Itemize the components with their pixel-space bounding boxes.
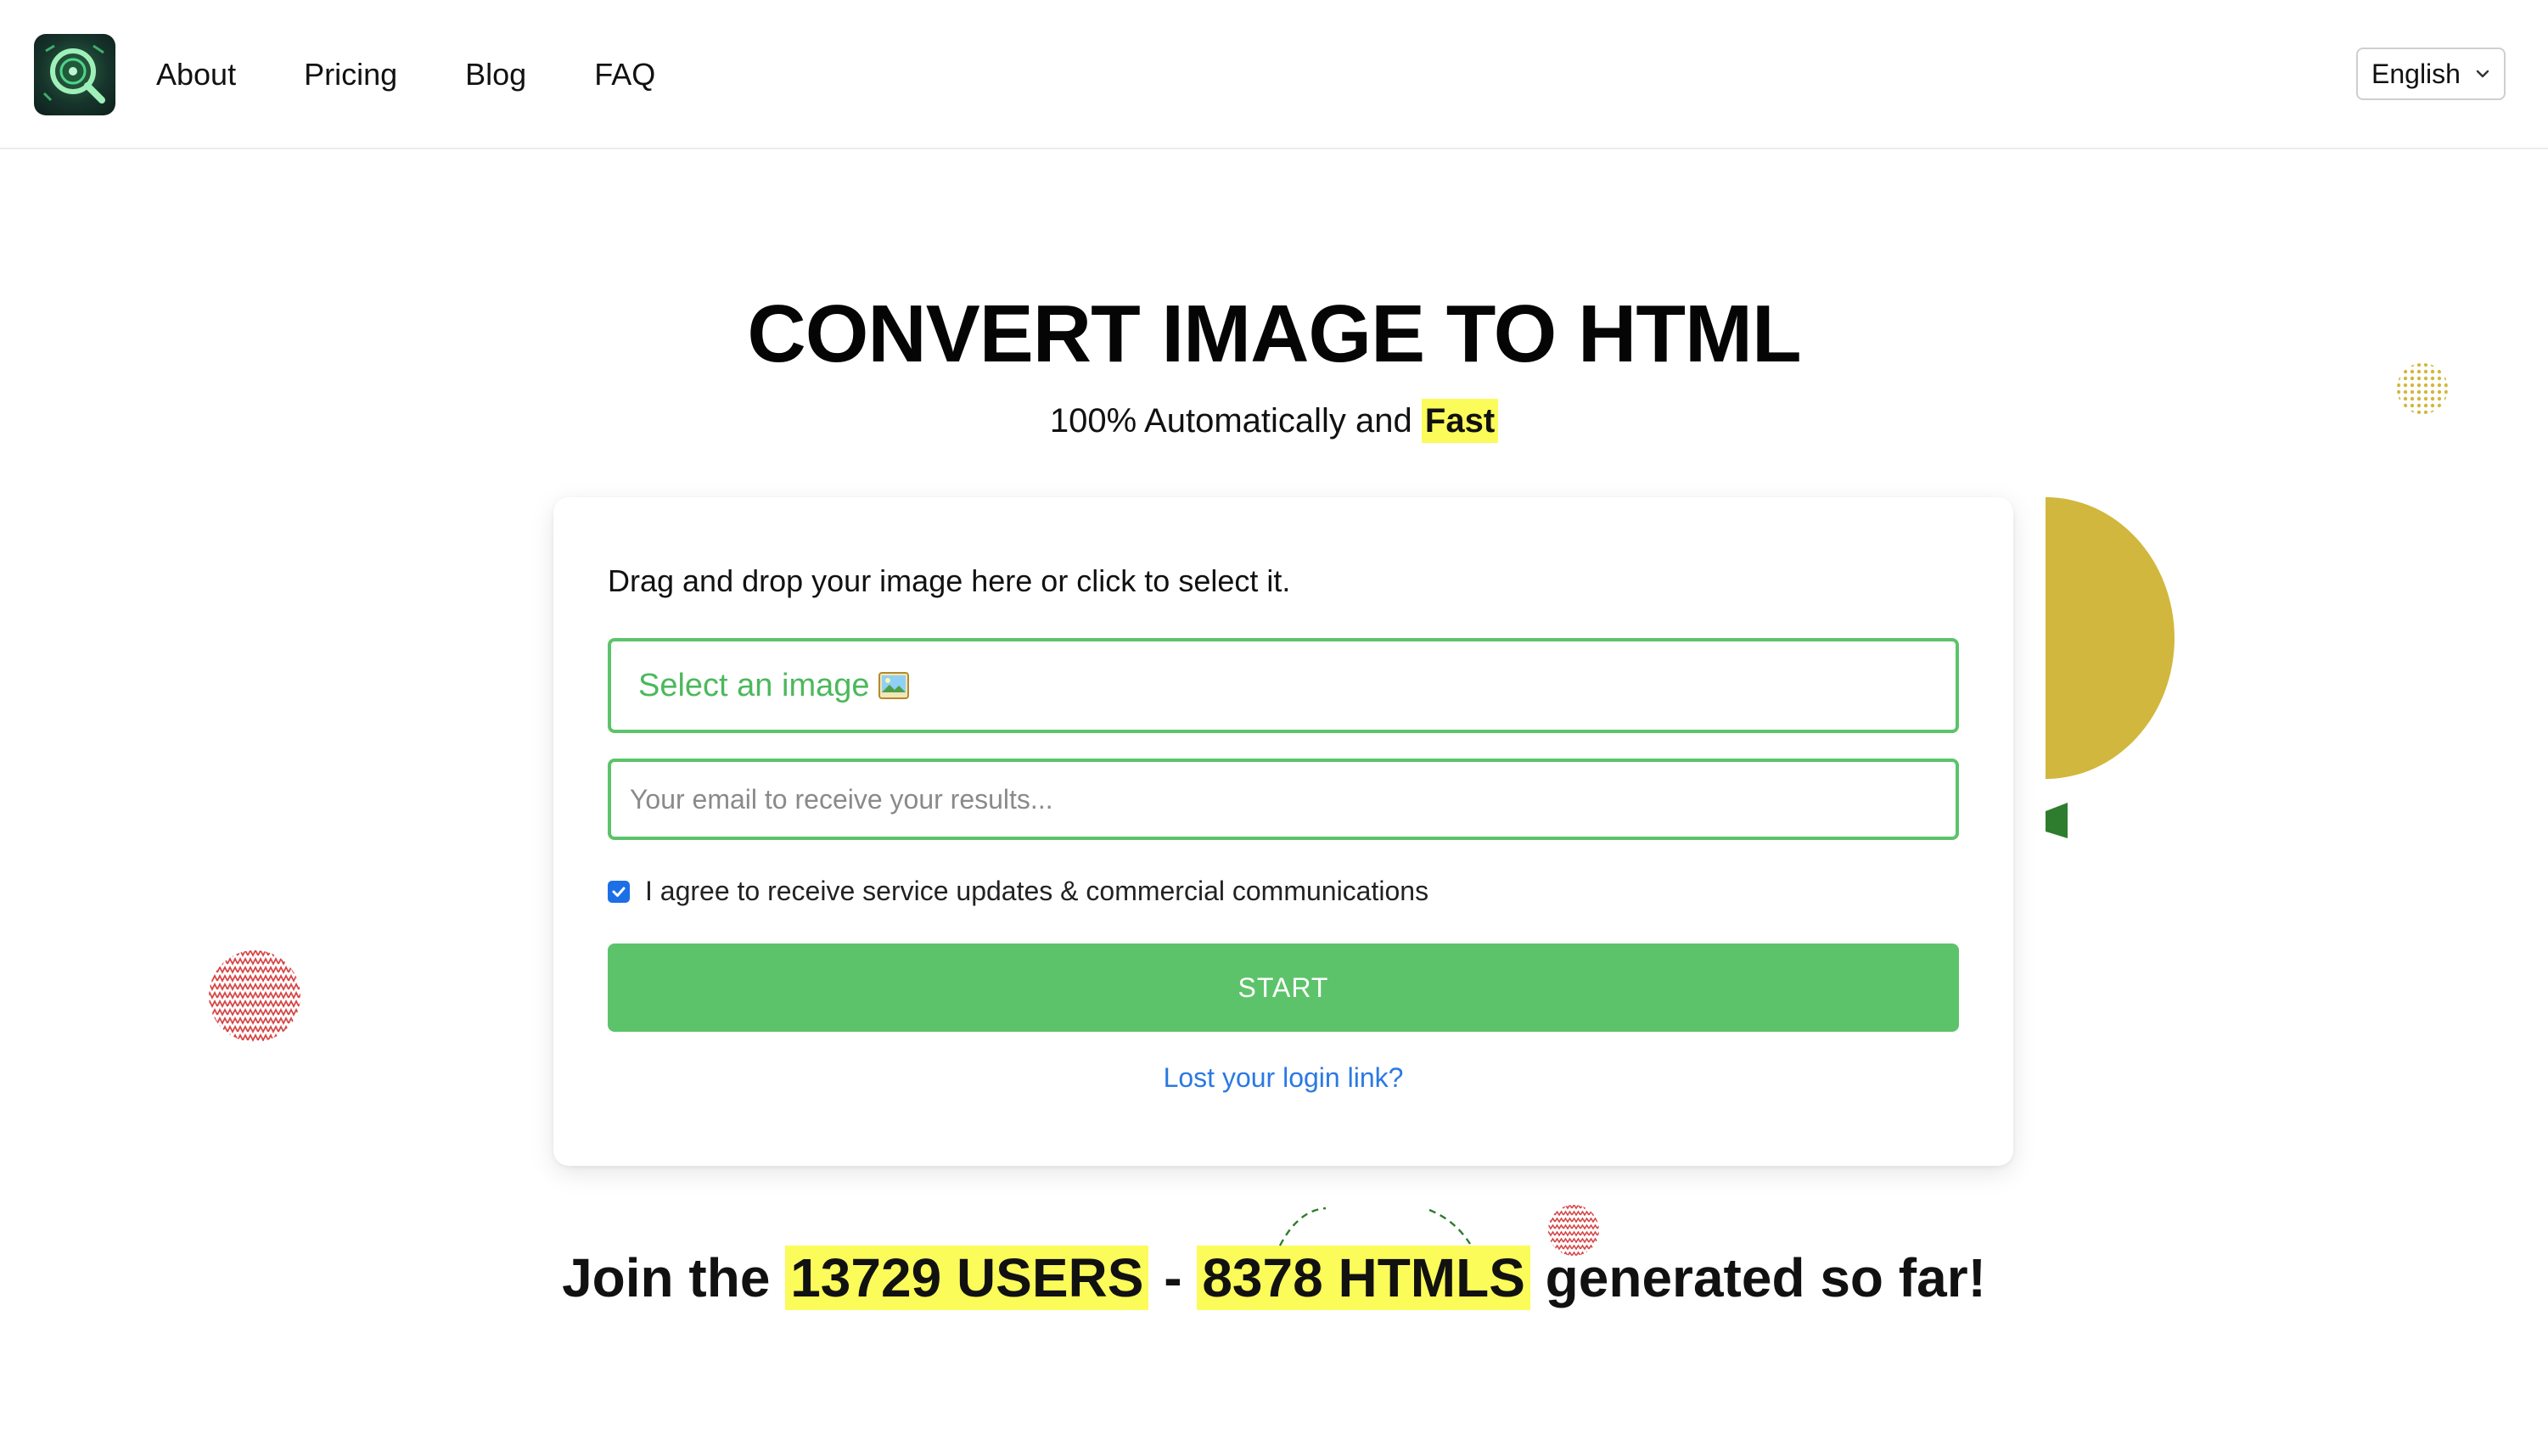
page: About Pricing Blog FAQ English CONVERT I… [0, 0, 2548, 1456]
upload-card: Drag and drop your image here or click t… [553, 497, 2013, 1166]
stats-suffix: generated so far! [1545, 1247, 1986, 1308]
stats-separator: - [1164, 1247, 1182, 1308]
subtitle-text: 100% Automatically and [1049, 402, 1412, 440]
top-nav-bar: About Pricing Blog FAQ English [0, 0, 2548, 149]
page-title: CONVERT IMAGE TO HTML [747, 288, 1801, 379]
language-select[interactable]: English [2356, 48, 2506, 100]
nav-link-blog[interactable]: Blog [465, 53, 526, 97]
page-subtitle: 100% Automatically and Fast [0, 394, 2548, 448]
magnifier-logo-icon [42, 44, 105, 104]
agree-checkbox[interactable] [608, 880, 630, 903]
agree-row: I agree to receive service updates & com… [608, 876, 1428, 907]
stats-line: Join the 13729 USERS - 8378 HTMLS genera… [0, 1242, 2548, 1313]
lost-login-link[interactable]: Lost your login link? [553, 1062, 2013, 1094]
stats-users: 13729 USERS [785, 1246, 1149, 1310]
email-input[interactable] [608, 759, 1959, 840]
green-shape-decoration [2046, 803, 2068, 838]
start-button[interactable]: START [608, 944, 1959, 1032]
dashed-arc-decoration [1278, 1207, 1472, 1246]
stats-prefix: Join the [562, 1247, 771, 1308]
file-picker-label: Select an image [638, 667, 870, 703]
main-nav: About Pricing Blog FAQ [156, 53, 723, 97]
upload-instruction: Drag and drop your image here or click t… [608, 563, 1291, 598]
language-select-value: English [2371, 58, 2461, 89]
chevron-down-icon [2476, 70, 2489, 78]
red-zigzag-circle-decoration [209, 950, 300, 1042]
picture-icon [878, 672, 909, 699]
agree-label: I agree to receive service updates & com… [645, 876, 1429, 906]
nav-link-pricing[interactable]: Pricing [304, 53, 397, 97]
nav-link-about[interactable]: About [156, 53, 236, 97]
checkmark-icon [612, 887, 626, 897]
red-zigzag-small-decoration [1548, 1205, 1599, 1256]
stats-htmls: 8378 HTMLS [1197, 1246, 1530, 1310]
gold-dot-circle-decoration [2397, 363, 2448, 414]
image-dropzone[interactable]: Select an image [608, 638, 1959, 733]
nav-link-faq[interactable]: FAQ [594, 53, 655, 97]
subtitle-highlight: Fast [1421, 399, 1499, 443]
app-logo[interactable] [34, 34, 115, 115]
gold-half-circle-decoration [2046, 497, 2175, 779]
